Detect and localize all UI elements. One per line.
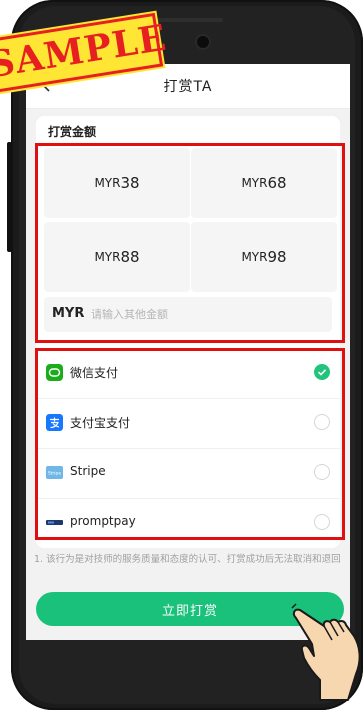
amount-section-title: 打赏金额 [48,125,97,139]
amount-value: 68 [267,174,287,192]
custom-amount-input[interactable] [91,301,321,327]
amount-option-98[interactable]: MYR 98 [191,222,337,292]
custom-amount-currency: MYR [52,306,85,321]
radio-button[interactable] [314,464,330,480]
app-screen: 打赏TA 打赏金额 MYR38 MYR68 MYR88 MYR98 MYR 微信… [26,64,350,640]
amount-option-68[interactable]: MYR 68 [191,148,337,218]
amount-currency: MYR [241,176,268,190]
amount-currency: MYR [241,250,268,264]
stripe-icon-text: Stripe [48,471,62,477]
pointing-hand-icon [290,603,361,701]
radio-button[interactable] [314,514,330,530]
stripe-icon: Stripe [46,466,63,479]
amount-value: 88 [120,248,140,266]
payment-option-promptpay[interactable]: promptpay [36,498,340,548]
payment-label: 微信支付 [70,366,119,380]
payment-label: 支付宝支付 [70,416,131,430]
custom-amount-box: MYR [44,297,332,332]
payment-label: Stripe [70,464,106,478]
payment-option-stripe[interactable]: Stripe Stripe [36,448,340,499]
notice-text: 1. 该行为是对技师的服务质量和态度的认可、打赏成功后无法取消和退回 [34,554,341,565]
phone-side-button [7,142,12,252]
selected-check-icon[interactable] [314,364,330,380]
alipay-icon [46,414,63,431]
payment-option-wechat[interactable]: 微信支付 [36,348,340,399]
radio-button[interactable] [314,414,330,430]
amount-currency: MYR [94,250,121,264]
amount-option-38[interactable]: MYR 38 [44,148,190,218]
payment-method-card: 微信支付 支付宝支付 Stripe Stripe promptpay [36,348,340,548]
payment-option-alipay[interactable]: 支付宝支付 [36,398,340,449]
payment-label: promptpay [70,514,136,528]
amount-value: 38 [120,174,140,192]
phone-camera [195,34,211,50]
promptpay-icon [46,520,63,525]
amount-value: 98 [267,248,287,266]
wechat-pay-icon [46,364,63,381]
amount-currency: MYR [94,176,121,190]
amount-option-88[interactable]: MYR 88 [44,222,190,292]
